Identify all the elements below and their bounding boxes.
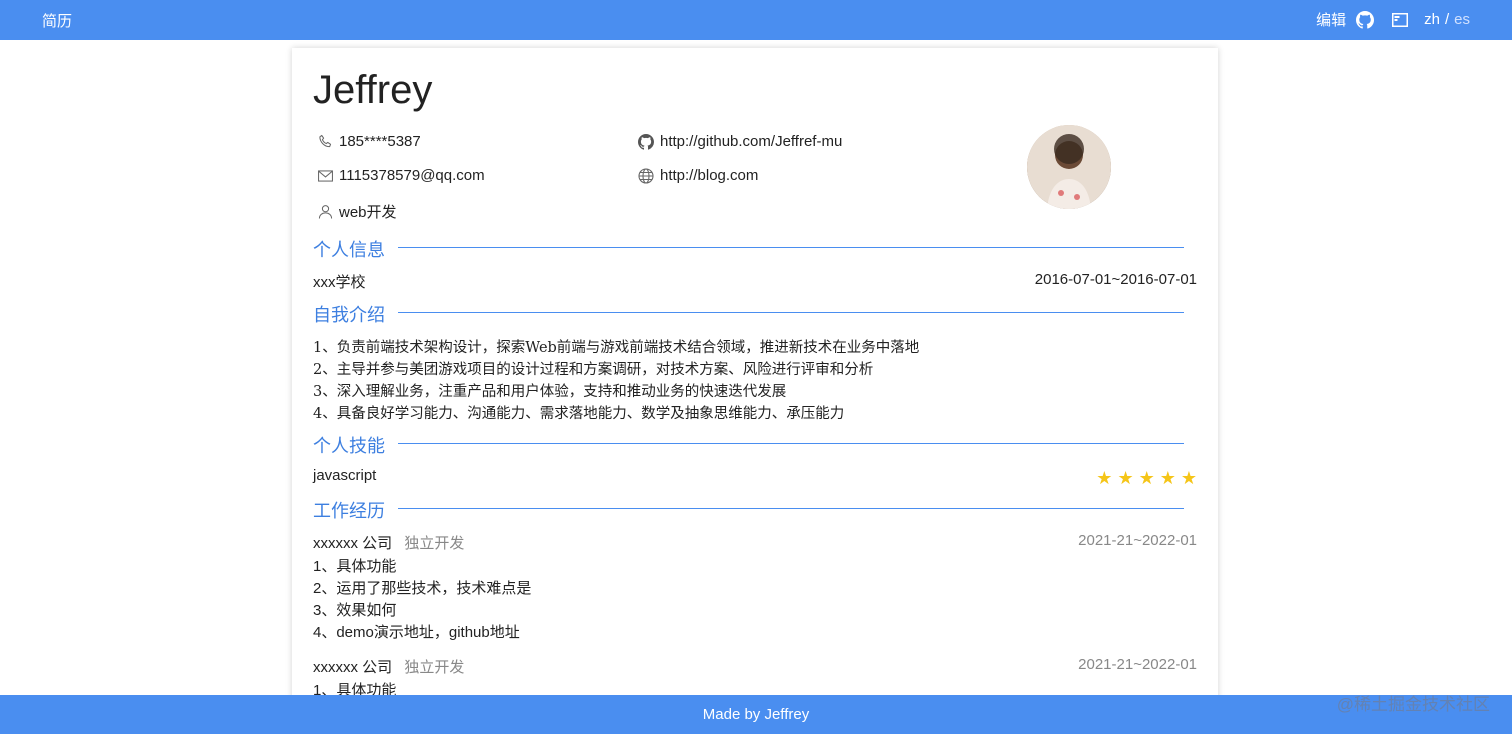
edit-button[interactable]: 编辑 [1316, 9, 1346, 30]
section-divider [398, 443, 1184, 444]
contact-blog: http://blog.com [638, 167, 758, 184]
layout-icon[interactable] [1392, 12, 1409, 27]
section-title-personal-info: 个人信息 [313, 240, 385, 260]
email-text[interactable]: 1115378579@qq.com [339, 167, 485, 184]
skill-rating: ★ ★ ★ ★ ★ [1091, 468, 1197, 489]
section-divider [398, 508, 1184, 509]
contact-github: http://github.com/Jeffref-mu [638, 133, 842, 150]
intro-line: 4、具备良好学习能力、沟通能力、需求落地能力、数学及抽象思维能力、承压能力 [313, 406, 845, 422]
education-school: xxx学校 [313, 274, 366, 291]
star-icon: ★ [1138, 468, 1155, 488]
job-header: xxxxxx 公司 独立开发 [313, 656, 464, 677]
job-position: 独立开发 [404, 659, 465, 676]
section-title-work: 工作经历 [313, 501, 385, 521]
job-header: xxxxxx 公司 独立开发 [313, 532, 464, 553]
phone-text: 185****5387 [339, 133, 421, 150]
role-text: web开发 [339, 204, 397, 221]
phone-icon [319, 134, 332, 148]
job-detail: 1、具体功能 [313, 558, 397, 575]
job-period: 2021-21~2022-01 [1078, 532, 1197, 549]
mail-icon [318, 169, 333, 182]
star-icon: ★ [1096, 468, 1113, 488]
footer-bar: Made by Jeffrey [0, 695, 1512, 734]
contact-phone: 185****5387 [318, 133, 421, 150]
brand-title[interactable]: 简历 [42, 10, 72, 31]
github-icon [638, 133, 654, 150]
intro-line: 1、负责前端技术架构设计，探索Web前端与游戏前端技术结合领域，推进新技术在业务… [313, 340, 920, 356]
star-icon: ★ [1159, 468, 1176, 488]
job-detail: 2、运用了那些技术，技术难点是 [313, 580, 532, 597]
avatar [1027, 125, 1111, 209]
blog-link[interactable]: http://blog.com [660, 167, 758, 184]
star-icon: ★ [1180, 468, 1197, 488]
watermark-text: @稀土掘金技术社区 [1336, 695, 1490, 714]
section-title-skills: 个人技能 [313, 436, 385, 456]
top-navbar: 简历 编辑 zh / es [0, 0, 1512, 40]
job-company: xxxxxx 公司 [313, 535, 393, 552]
contact-role: web开发 [318, 201, 397, 222]
github-icon[interactable] [1356, 10, 1375, 29]
job-period: 2021-21~2022-01 [1078, 656, 1197, 673]
section-divider [398, 247, 1184, 248]
job-position: 独立开发 [404, 535, 465, 552]
footer-text: Made by Jeffrey [702, 706, 810, 723]
globe-icon [638, 167, 654, 184]
education-period: 2016-07-01~2016-07-01 [1034, 271, 1197, 288]
skill-name: javascript [313, 467, 377, 484]
intro-line: 2、主导并参与美团游戏项目的设计过程和方案调研，对技术方案、风险进行评审和分析 [313, 362, 874, 378]
lang-es-link[interactable]: es [1454, 11, 1470, 28]
github-link[interactable]: http://github.com/Jeffref-mu [660, 133, 842, 150]
lang-zh-link[interactable]: zh [1424, 11, 1440, 28]
job-detail: 4、demo演示地址，github地址 [313, 624, 520, 641]
section-divider [398, 312, 1184, 313]
resume-paper: Jeffrey 185****5387 http://github.com/Je… [292, 48, 1218, 708]
lang-separator: / [1444, 11, 1450, 28]
job-company: xxxxxx 公司 [313, 659, 393, 676]
resume-name: Jeffrey [313, 68, 433, 112]
job-detail: 3、效果如何 [313, 602, 397, 619]
section-title-intro: 自我介绍 [313, 305, 385, 325]
contact-email: 1115378579@qq.com [318, 167, 485, 184]
navbar-actions: 编辑 zh / es [1316, 9, 1470, 30]
intro-line: 3、深入理解业务，注重产品和用户体验，支持和推动业务的快速迭代发展 [313, 384, 787, 400]
user-icon [318, 205, 333, 219]
star-icon: ★ [1117, 468, 1134, 488]
